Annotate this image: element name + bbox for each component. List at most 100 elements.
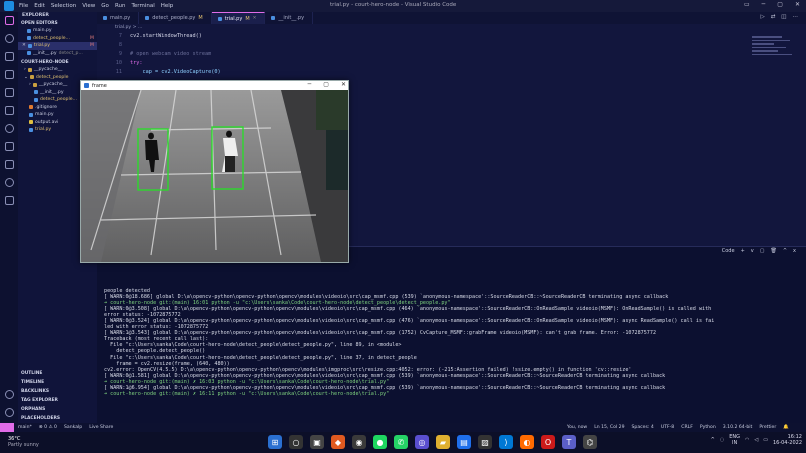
testing-icon[interactable] bbox=[4, 142, 14, 151]
placeholders-section[interactable]: PLACEHOLDERS bbox=[18, 414, 97, 423]
more-actions-icon[interactable]: ⋯ bbox=[793, 14, 799, 20]
windows-start-icon[interactable]: ⊞ bbox=[268, 435, 282, 449]
remote-explorer-icon[interactable] bbox=[4, 106, 14, 115]
tab-detect-people-py[interactable]: detect_people.py M bbox=[139, 12, 212, 24]
layout-icon[interactable]: ▭ bbox=[744, 1, 750, 8]
prettier-status[interactable]: Prettier bbox=[759, 425, 776, 430]
photos-icon[interactable]: ▨ bbox=[478, 435, 492, 449]
trash-icon[interactable]: 🗑 bbox=[770, 248, 776, 254]
minimap[interactable] bbox=[752, 36, 796, 66]
language-indicator[interactable]: ENG IN bbox=[729, 434, 740, 446]
wifi-icon[interactable]: ◠ bbox=[745, 437, 749, 443]
vscode-taskbar-icon[interactable]: ⟩ bbox=[499, 435, 513, 449]
tray-app-icon[interactable]: ◌ bbox=[720, 437, 724, 443]
live-share-status[interactable]: Live Share bbox=[89, 425, 113, 430]
menu-help[interactable]: Help bbox=[161, 3, 174, 9]
outline-section[interactable]: OUTLINE bbox=[18, 369, 97, 378]
remote-indicator-icon[interactable] bbox=[0, 423, 14, 432]
git-branch[interactable]: main* bbox=[18, 425, 32, 430]
open-editors-section[interactable]: OPEN EDITORS bbox=[18, 20, 97, 27]
code-line[interactable]: 10 try: bbox=[100, 60, 143, 66]
close-tab-icon[interactable]: ✕ bbox=[253, 16, 257, 21]
discord-icon[interactable]: ◎ bbox=[415, 435, 429, 449]
run-icon[interactable]: ▷ bbox=[760, 14, 764, 20]
tag-explorer-section[interactable]: TAG EXPLORER bbox=[18, 396, 97, 405]
brave-browser-icon[interactable]: ◆ bbox=[331, 435, 345, 449]
open-editor-item[interactable]: detect_people... M bbox=[18, 35, 97, 43]
code-line[interactable]: 8 bbox=[100, 42, 130, 48]
docker-icon[interactable] bbox=[4, 160, 14, 169]
tree-folder[interactable]: › __pycache__ bbox=[18, 66, 97, 74]
github-icon[interactable] bbox=[4, 178, 14, 187]
menu-go[interactable]: Go bbox=[101, 3, 109, 9]
code-line[interactable]: 11 cap = cv2.VideoCapture(0) bbox=[100, 69, 221, 75]
opera-icon[interactable]: O bbox=[541, 435, 555, 449]
code-line[interactable]: 7 cv2.startWindowThread() bbox=[100, 33, 202, 39]
menu-run[interactable]: Run bbox=[115, 3, 126, 9]
extensions-icon[interactable] bbox=[4, 88, 14, 97]
tab-trial-py[interactable]: trial.py M ✕ bbox=[211, 12, 266, 24]
volume-icon[interactable]: ◁ bbox=[754, 437, 758, 443]
settings-gear-icon[interactable] bbox=[4, 408, 14, 417]
git-blame[interactable]: You, now bbox=[567, 425, 587, 430]
account-icon[interactable] bbox=[4, 390, 14, 399]
explorer-icon[interactable] bbox=[4, 16, 14, 25]
account-name[interactable]: Sankalp bbox=[64, 425, 82, 430]
search-icon[interactable] bbox=[4, 34, 14, 43]
breadcrumb[interactable]: trial.py > ... bbox=[97, 24, 142, 32]
battery-icon[interactable]: ▭ bbox=[763, 437, 768, 443]
menu-edit[interactable]: Edit bbox=[34, 3, 45, 9]
clock[interactable]: 16:12 16-04-2022 bbox=[773, 434, 802, 446]
terminal-dropdown-icon[interactable]: v bbox=[751, 248, 754, 254]
split-terminal-icon[interactable]: ▢ bbox=[760, 248, 765, 254]
indentation[interactable]: Spaces: 4 bbox=[632, 425, 654, 430]
live-share-icon[interactable] bbox=[4, 124, 14, 133]
maximize-icon[interactable]: ▢ bbox=[777, 1, 783, 8]
project-section[interactable]: COURT-HERO-NODE bbox=[18, 59, 97, 66]
spotify-icon[interactable]: ● bbox=[373, 435, 387, 449]
minimize-icon[interactable]: ─ bbox=[308, 81, 312, 88]
compare-icon[interactable]: ⇄ bbox=[771, 14, 776, 20]
weather-widget[interactable]: 36°C Partly sunny bbox=[8, 436, 39, 448]
python-app-icon[interactable]: ⌬ bbox=[583, 435, 597, 449]
timeline-section[interactable]: TIMELINE bbox=[18, 378, 97, 387]
close-icon[interactable]: ✕ bbox=[22, 42, 26, 50]
close-icon[interactable]: ✕ bbox=[341, 81, 346, 88]
backlinks-section[interactable]: BACKLINKS bbox=[18, 387, 97, 396]
code-line[interactable]: 9 # open webcam video stream bbox=[100, 51, 211, 57]
close-icon[interactable]: ✕ bbox=[795, 1, 800, 8]
menu-terminal[interactable]: Terminal bbox=[131, 3, 154, 9]
tab-main-py[interactable]: main.py bbox=[97, 12, 140, 24]
azure-icon[interactable] bbox=[4, 196, 14, 205]
maximize-panel-icon[interactable]: ^ bbox=[783, 248, 787, 254]
open-editor-item[interactable]: __init__.py detect_p... bbox=[18, 50, 97, 58]
language-mode[interactable]: Python bbox=[700, 425, 716, 430]
store-icon[interactable]: ▤ bbox=[457, 435, 471, 449]
menu-view[interactable]: View bbox=[82, 3, 95, 9]
run-debug-icon[interactable] bbox=[4, 70, 14, 79]
problems-count[interactable]: ⊗ 0 ⚠ 0 bbox=[39, 425, 57, 430]
task-view-icon[interactable]: ▣ bbox=[310, 435, 324, 449]
tab-init-py[interactable]: __init__.py bbox=[265, 12, 314, 24]
opencv-frame-window[interactable]: frame ─ ▢ ✕ bbox=[80, 80, 349, 263]
orphans-section[interactable]: ORPHANS bbox=[18, 405, 97, 414]
file-explorer-icon[interactable]: ▰ bbox=[436, 435, 450, 449]
line-ending[interactable]: CRLF bbox=[681, 425, 693, 430]
search-icon[interactable]: ○ bbox=[289, 435, 303, 449]
maximize-icon[interactable]: ▢ bbox=[323, 81, 329, 88]
split-editor-icon[interactable]: ◫ bbox=[781, 14, 786, 20]
tray-chevron-icon[interactable]: ^ bbox=[711, 437, 715, 443]
python-interpreter[interactable]: 3.10.2 64-bit bbox=[723, 425, 753, 430]
source-control-icon[interactable] bbox=[4, 52, 14, 61]
cursor-position[interactable]: Ln 15, Col 29 bbox=[594, 425, 624, 430]
close-panel-icon[interactable]: x bbox=[793, 248, 796, 254]
terminal-output[interactable]: people detected[ WARN:0@18.686] global D… bbox=[104, 288, 794, 397]
frame-window-titlebar[interactable]: frame ─ ▢ ✕ bbox=[81, 81, 348, 90]
terminal-shell-selector[interactable]: Code bbox=[722, 248, 735, 254]
new-terminal-icon[interactable]: + bbox=[741, 248, 745, 254]
minimize-icon[interactable]: ─ bbox=[762, 1, 766, 8]
teams-icon[interactable]: T bbox=[562, 435, 576, 449]
git-client-icon[interactable]: ◐ bbox=[520, 435, 534, 449]
camera-app-icon[interactable]: ◉ bbox=[352, 435, 366, 449]
open-editor-item-active[interactable]: ✕ trial.py M bbox=[18, 42, 97, 50]
